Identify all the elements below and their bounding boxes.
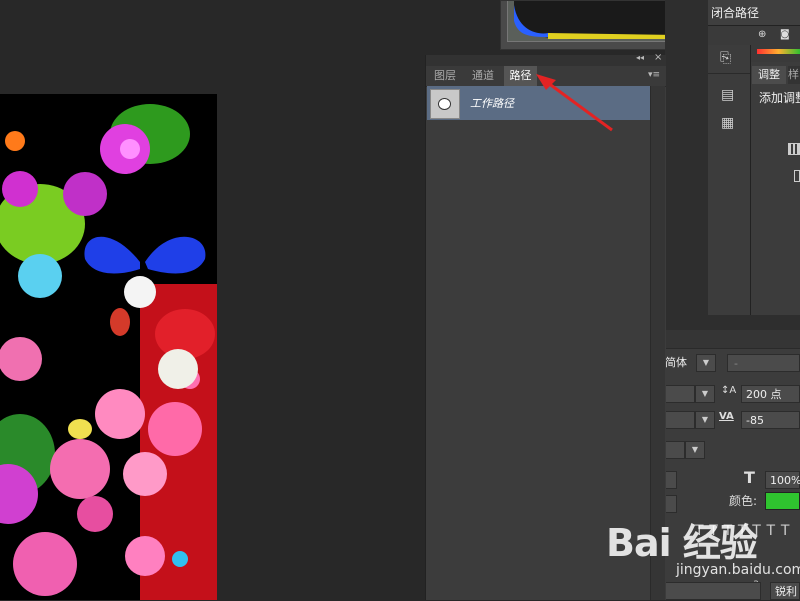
add-adjustment-label: 添加调整 [759,91,800,105]
close-path-label[interactable]: 闭合路径 [708,0,800,26]
tracking-field[interactable]: -85 [741,411,800,429]
close-icon[interactable]: × [654,52,662,63]
scale-icon: T [744,468,755,487]
tab-adjustments[interactable]: 调整 [752,66,786,84]
font-style-select[interactable]: 简体 [665,354,695,372]
scale-field[interactable]: 100% [765,471,800,489]
misc-field-2[interactable] [665,495,677,513]
adjust-icon[interactable] [794,170,800,182]
size-dropdown-icon[interactable]: ▼ [695,385,715,403]
kerning-dropdown-icon[interactable]: ▼ [695,411,715,429]
misc-field[interactable] [665,441,685,459]
annotation-arrow [536,74,613,132]
panel-topbar: ◂◂ × [426,52,666,66]
history-icon[interactable]: ⎘ [720,50,731,66]
tab-channels[interactable]: 通道 [464,66,502,86]
leading-field[interactable]: 200 点 [741,385,800,403]
tab-styles[interactable]: 样 [788,66,800,84]
font-style-dropdown-icon[interactable]: ▼ [696,354,716,372]
font-size-select[interactable]: - [727,354,800,372]
add-path-icon[interactable]: ⊕ [758,29,766,40]
canvas-image [0,94,217,600]
baidu-watermark: Bai 经验 [606,521,758,565]
collapse-icon[interactable]: ◂◂ [636,53,644,62]
size-field[interactable] [665,385,695,403]
path-actions-bar: ⊕ ◙ [708,26,800,45]
properties-icon[interactable]: ▤ [721,87,734,103]
levels-icon[interactable] [788,143,800,155]
tracking-icon: VA [719,411,734,422]
kerning-field[interactable] [665,411,695,429]
path-thumbnail [430,89,460,119]
misc-dropdown-icon[interactable]: ▼ [685,441,705,459]
tab-layers[interactable]: 图层 [428,66,462,86]
notes-icon[interactable]: ▦ [721,115,734,131]
vscale-field[interactable] [665,471,677,489]
color-swatch[interactable] [765,492,800,510]
leading-icon: ↕A [721,385,737,396]
antialias-select[interactable]: 锐利 [770,582,800,600]
language-select[interactable] [665,582,761,600]
path-item-label: 工作路径 [470,97,514,110]
color-label: 颜色: [729,494,758,508]
watermark-url: jingyan.baidu.com [676,562,800,578]
swatch-bar [751,45,800,62]
panel-menu-icon[interactable]: ▾≡ [648,70,660,80]
camera-icon[interactable]: ◙ [780,29,790,40]
dock-icon-strip: ⎘ ▤ ▦ [708,45,751,315]
